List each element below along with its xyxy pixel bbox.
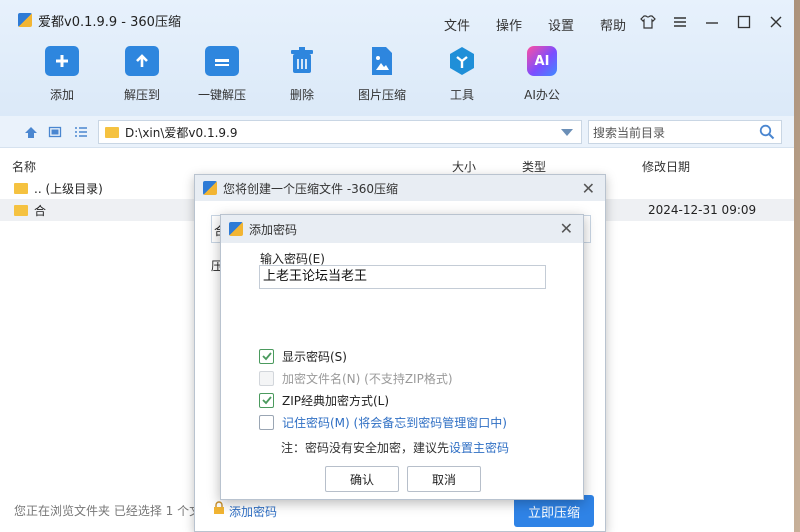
extract-to-icon	[125, 46, 159, 76]
toolbar-add-button[interactable]: 添加	[30, 46, 94, 103]
toolbar-one-click-extract-label: 一键解压	[197, 88, 246, 102]
toolbar-ai-office-button[interactable]: AI AI办公	[510, 46, 574, 103]
add-password-link[interactable]: 添加密码	[229, 503, 277, 520]
menu-file[interactable]: 文件	[444, 15, 496, 34]
app-logo-icon	[203, 181, 217, 195]
toolbar-extract-to-button[interactable]: 解压到	[110, 46, 174, 103]
search-input[interactable]: 搜索当前目录	[588, 120, 782, 144]
app-title: 爱都v0.1.9.9 - 360压缩	[18, 10, 181, 30]
encrypt-filename-option: 加密文件名(N) (不支持ZIP格式)	[259, 369, 453, 387]
maximize-icon[interactable]	[736, 14, 752, 30]
toolbar-delete-button[interactable]: 删除	[270, 46, 334, 103]
column-modified[interactable]: 修改日期	[642, 158, 690, 175]
cancel-button[interactable]: 取消	[407, 466, 481, 492]
chevron-down-icon[interactable]	[561, 129, 573, 136]
one-click-extract-icon	[205, 46, 239, 76]
minimize-icon[interactable]	[704, 14, 720, 30]
toolbar-tools-label: 工具	[449, 88, 474, 102]
toolbar-image-compress-label: 图片压缩	[357, 88, 406, 102]
lock-icon	[213, 501, 225, 514]
ai-icon: AI	[527, 46, 557, 76]
folder-icon	[14, 204, 28, 216]
app-title-text: 爱都v0.1.9.9 - 360压缩	[38, 14, 181, 30]
folder-icon	[105, 126, 119, 138]
skin-icon[interactable]	[640, 14, 656, 30]
password-input[interactable]: 上老王论坛当老王	[259, 265, 546, 289]
remember-password-checkbox[interactable]	[259, 414, 274, 430]
encrypt-filename-label: 加密文件名(N) (不支持ZIP格式)	[282, 371, 453, 386]
add-icon	[45, 46, 79, 76]
file-name: 合	[34, 203, 47, 218]
zip-classic-label: ZIP经典加密方式(L)	[282, 393, 390, 408]
confirm-button[interactable]: 确认	[325, 466, 399, 492]
zip-classic-encryption-option[interactable]: ZIP经典加密方式(L)	[259, 391, 389, 409]
window-controls	[640, 14, 784, 30]
toolbar-tools-button[interactable]: 工具	[430, 46, 494, 103]
view-thumbnail-icon[interactable]	[46, 123, 64, 141]
remember-password-label: 记住密码(M) (将会备忘到密码管理窗口中)	[282, 415, 507, 430]
title-bar: 爱都v0.1.9.9 - 360压缩 文件 操作 设置 帮助 添加 解压到 一键…	[0, 0, 794, 116]
password-dialog-title: 添加密码	[249, 222, 298, 237]
menu-settings[interactable]: 设置	[548, 15, 600, 34]
note-text: 注：密码没有安全加密，建议先	[281, 441, 450, 455]
column-header: 名称 大小 类型 修改日期	[0, 156, 794, 176]
toolbar-delete-label: 删除	[289, 88, 314, 102]
create-dialog-title-bar: 您将创建一个压缩文件 -360压缩 ✕	[195, 175, 605, 201]
close-icon[interactable]: ✕	[582, 179, 595, 198]
password-dialog-title-bar: 添加密码 ✕	[221, 215, 583, 243]
column-type[interactable]: 类型	[522, 158, 546, 175]
encrypt-filename-checkbox	[259, 370, 274, 386]
toolbar-image-compress-button[interactable]: 图片压缩	[350, 46, 414, 103]
image-compress-icon	[365, 46, 399, 76]
remember-password-option[interactable]: 记住密码(M) (将会备忘到密码管理窗口中)	[259, 413, 507, 431]
app-logo-icon	[18, 13, 32, 27]
search-placeholder: 搜索当前目录	[593, 125, 666, 140]
toolbar-extract-to-label: 解压到	[123, 88, 160, 102]
show-password-label: 显示密码(S)	[282, 349, 347, 364]
trash-icon	[285, 46, 319, 76]
toolbar-ai-office-label: AI办公	[524, 88, 560, 102]
app-logo-icon	[229, 222, 243, 236]
set-master-password-link[interactable]: 设置主密码	[449, 441, 509, 455]
address-bar: D:\xin\爱都v0.1.9.9 搜索当前目录	[0, 116, 794, 148]
view-list-icon[interactable]	[72, 123, 90, 141]
column-size[interactable]: 大小	[452, 158, 476, 175]
create-dialog-title: 您将创建一个压缩文件 -360压缩	[223, 181, 399, 196]
menu-bar: 文件 操作 设置 帮助	[444, 15, 652, 34]
folder-icon	[14, 182, 28, 194]
up-arrow-icon[interactable]	[22, 123, 40, 141]
show-password-option[interactable]: 显示密码(S)	[259, 347, 347, 365]
close-icon[interactable]	[768, 14, 784, 30]
column-name[interactable]: 名称	[12, 158, 36, 175]
search-icon[interactable]	[759, 124, 775, 140]
add-password-dialog: 添加密码 ✕ 输入密码(E) 上老王论坛当老王 显示密码(S) 加密文件名(N)…	[220, 214, 584, 500]
toolbar-add-label: 添加	[49, 88, 74, 102]
toolbar-one-click-extract-button[interactable]: 一键解压	[190, 46, 254, 103]
show-password-checkbox[interactable]	[259, 348, 274, 364]
path-field[interactable]: D:\xin\爱都v0.1.9.9	[98, 120, 582, 144]
file-name: .. (上级目录)	[34, 181, 103, 196]
menu-operate[interactable]: 操作	[496, 15, 548, 34]
close-icon[interactable]: ✕	[560, 219, 573, 238]
status-text: 您正在浏览文件夹 已经选择 1 个文	[14, 503, 202, 518]
file-date: 2024-12-31 09:09	[648, 203, 757, 217]
path-text: D:\xin\爱都v0.1.9.9	[125, 125, 238, 140]
zip-classic-checkbox[interactable]	[259, 392, 274, 408]
tools-icon	[445, 46, 479, 76]
menu-icon[interactable]	[672, 14, 688, 30]
security-note: 注：密码没有安全加密，建议先设置主密码	[281, 439, 509, 456]
